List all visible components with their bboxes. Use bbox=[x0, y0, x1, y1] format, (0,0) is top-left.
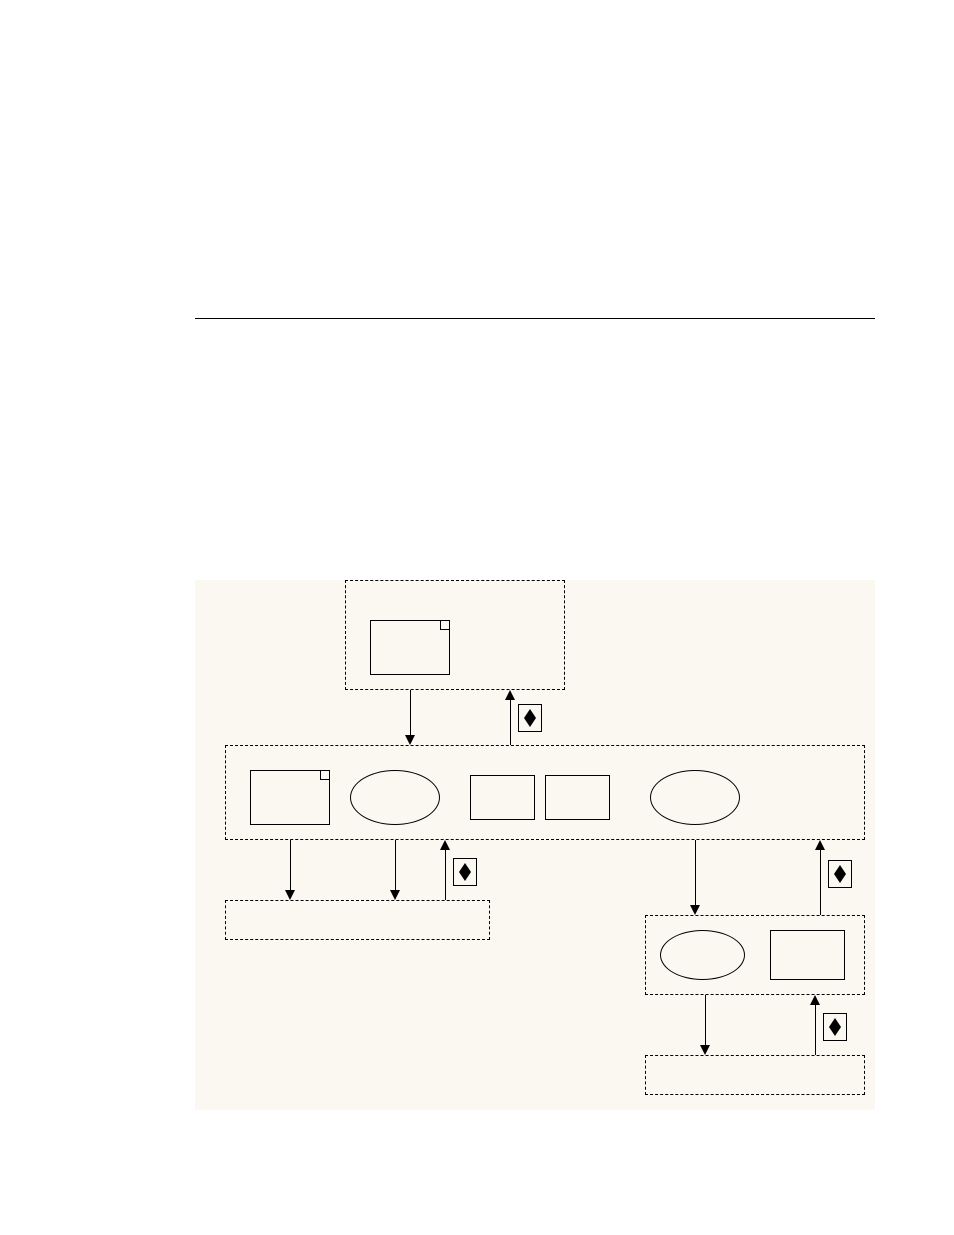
diamond-badge-top bbox=[518, 704, 542, 732]
top-note bbox=[370, 620, 450, 675]
middle-ellipse-1 bbox=[350, 770, 440, 825]
diamond-badge-bl bbox=[453, 858, 477, 886]
arrowhead-down-icon bbox=[700, 1045, 710, 1055]
diamond-badge-br bbox=[828, 860, 852, 888]
arrow-middle-to-top bbox=[510, 695, 511, 745]
arrow-sub-to-br bbox=[815, 1000, 816, 1055]
top-note-dogear-icon bbox=[440, 620, 450, 630]
br-rect bbox=[770, 930, 845, 980]
arrowhead-down-icon bbox=[390, 890, 400, 900]
middle-ellipse-2 bbox=[650, 770, 740, 825]
bottom-left-group bbox=[225, 900, 490, 940]
middle-note-dogear-icon bbox=[320, 770, 330, 780]
br-ellipse bbox=[660, 930, 745, 980]
middle-rect-2 bbox=[545, 775, 610, 820]
middle-note bbox=[250, 770, 330, 825]
arrowhead-down-icon bbox=[285, 890, 295, 900]
middle-rect-1 bbox=[470, 775, 535, 820]
arrow-mid-to-bl-2 bbox=[395, 840, 396, 895]
arrowhead-up-icon bbox=[810, 995, 820, 1005]
page bbox=[0, 0, 954, 1235]
arrow-bl-to-mid bbox=[445, 845, 446, 900]
arrow-br-to-sub bbox=[705, 995, 706, 1050]
arrowhead-up-icon bbox=[440, 840, 450, 850]
uml-diagram bbox=[195, 580, 875, 1110]
arrowhead-down-icon bbox=[405, 735, 415, 745]
arrow-mid-to-bl-1 bbox=[290, 840, 291, 895]
arrowhead-down-icon bbox=[690, 905, 700, 915]
arrow-mid-to-br bbox=[695, 840, 696, 910]
arrowhead-up-icon bbox=[815, 840, 825, 850]
header-rule bbox=[195, 318, 875, 319]
bottom-right-sublist bbox=[645, 1055, 865, 1095]
arrow-top-to-middle bbox=[410, 690, 411, 740]
arrowhead-up-icon bbox=[505, 690, 515, 700]
diamond-badge-sub bbox=[823, 1013, 847, 1041]
arrow-br-to-mid bbox=[820, 845, 821, 915]
